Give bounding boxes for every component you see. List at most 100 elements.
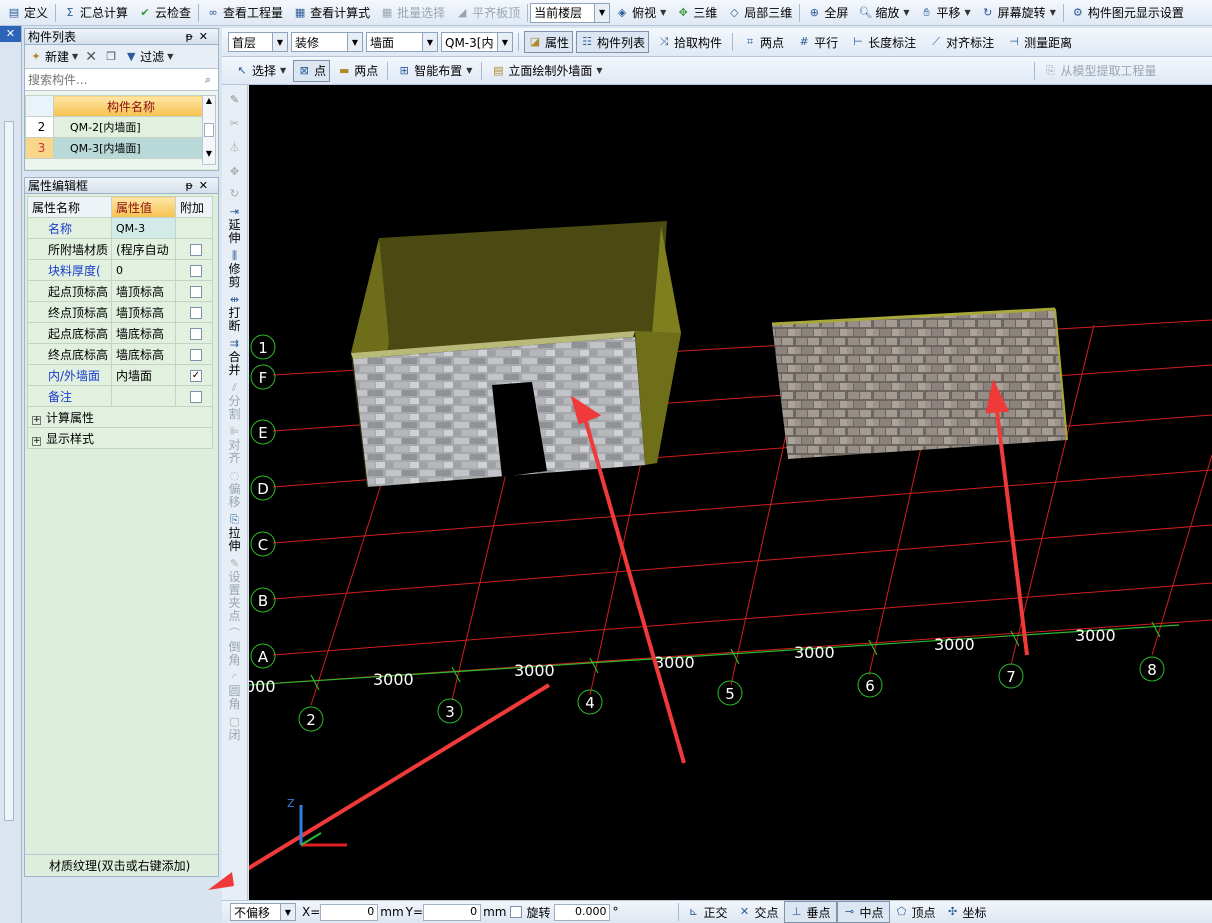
align-tool[interactable]: ⊫ 对齐	[228, 425, 242, 465]
copy-icon[interactable]: ❐	[104, 50, 118, 64]
prop-row[interactable]: 块料厚度(0	[27, 259, 213, 281]
search-input[interactable]	[25, 69, 198, 90]
intersection-snap[interactable]: ✕ 交点	[732, 901, 783, 923]
batch-select-button[interactable]: ▦ 批量选择	[375, 2, 450, 24]
grip-point-tool[interactable]: ✎ 设置夹点	[228, 557, 242, 623]
fullscreen-button[interactable]: ⊕ 全屏	[802, 2, 853, 24]
length-dim-button[interactable]: ⊢ 长度标注	[846, 31, 921, 53]
3d-viewport[interactable]: 000 3000 3000 3000 3000 3000 3000 1 F E …	[249, 85, 1212, 900]
list-scrollbar[interactable]: ▲ ▼	[202, 95, 216, 165]
select-button[interactable]: ↖ 选择 ▼	[230, 60, 291, 82]
prop-row[interactable]: 终点顶标高 墙顶标高	[27, 301, 213, 323]
list-item-selected[interactable]: 3 QM-3[内墙面]	[25, 137, 205, 159]
expand-icon[interactable]: +	[32, 436, 41, 446]
search-icon[interactable]: ⌕	[198, 73, 218, 87]
prop-row[interactable]: 终点底标高 墙底标高	[27, 343, 213, 365]
current-floor-select[interactable]: 当前楼层 ▼	[530, 2, 611, 23]
expand-icon[interactable]: +	[32, 415, 41, 425]
category-select[interactable]: 装修 ▼	[291, 32, 363, 52]
define-button[interactable]: ▤ 定义	[2, 2, 53, 24]
delete-icon[interactable]: ✕	[84, 50, 98, 64]
extend-tool[interactable]: ⇥ 延伸	[228, 205, 242, 245]
brush-icon[interactable]: ✎	[228, 93, 242, 107]
align-slab-top-button[interactable]: ◢ 平齐板顶	[450, 2, 525, 24]
extra-checkbox[interactable]	[190, 285, 202, 298]
prop-row[interactable]: 备注	[27, 385, 213, 407]
measure-distance-button[interactable]: ⊣ 测量距离	[1002, 31, 1077, 53]
extra-checkbox[interactable]	[190, 348, 202, 361]
display-settings-button[interactable]: ⚙ 构件图元显示设置	[1066, 2, 1189, 24]
coordinate-snap[interactable]: ✣ 坐标	[941, 901, 992, 923]
filter-button[interactable]: ▼ 过滤 ▼	[124, 48, 173, 65]
stretch-tool[interactable]: ⎘ 拉伸	[228, 513, 242, 553]
midpoint-snap[interactable]: ⊸ 中点	[836, 901, 890, 923]
properties-toggle[interactable]: ◪ 属性	[524, 31, 574, 53]
trim-tool[interactable]: ⫼ 修剪	[228, 249, 242, 289]
offset-tool[interactable]: ◌ 偏移	[228, 469, 242, 509]
floor-select[interactable]: 首层 ▼	[228, 32, 288, 52]
merge-tool[interactable]: ⇉ 合并	[228, 337, 242, 377]
scissors-icon[interactable]: ✂	[228, 117, 242, 131]
pin-close-controls[interactable]: ᵽ✕	[185, 179, 218, 192]
pin-close-controls[interactable]: ᵽ✕	[185, 30, 218, 43]
3d-button[interactable]: ✥ 三维	[671, 2, 722, 24]
close-tool[interactable]: ▢ 闭	[228, 715, 242, 742]
top-view-button[interactable]: ◈ 俯视 ▼	[610, 2, 671, 24]
cloud-check-button[interactable]: ✔ 云检查	[133, 2, 196, 24]
view-formula-button[interactable]: ▦ 查看计算式	[288, 2, 375, 24]
ortho-snap[interactable]: ⊾ 正交	[681, 901, 732, 923]
y-input[interactable]: 0	[423, 903, 482, 921]
rotate-checkbox[interactable]	[510, 906, 523, 918]
extra-checkbox-checked[interactable]: ✓	[190, 369, 202, 382]
elevation-draw-button[interactable]: ▤ 立面绘制外墙面 ▼	[486, 60, 607, 82]
type-select[interactable]: 墙面 ▼	[366, 32, 438, 52]
extract-quantity-button[interactable]: ⎘ 从模型提取工程量	[1039, 60, 1162, 82]
screen-rotate-button[interactable]: ↻ 屏幕旋转 ▼	[976, 2, 1061, 24]
two-point-dim-button[interactable]: ⌗ 两点	[738, 31, 789, 53]
new-button[interactable]: ✦ 新建 ▼	[29, 48, 78, 65]
x-input[interactable]: 0	[320, 903, 379, 921]
extra-checkbox[interactable]	[190, 264, 202, 277]
close-icon[interactable]: ✕	[0, 26, 21, 42]
smart-layout-button[interactable]: ⊞ 智能布置 ▼	[392, 60, 477, 82]
move-icon[interactable]: ✥	[228, 165, 242, 179]
local-3d-button[interactable]: ◇ 局部三维	[722, 2, 797, 24]
mirror-icon[interactable]: ⏃	[228, 141, 242, 155]
extra-checkbox[interactable]	[190, 390, 202, 403]
break-tool[interactable]: ⇹ 打断	[228, 293, 242, 333]
fillet-tool[interactable]: ◜ 圆角	[228, 671, 242, 711]
extra-checkbox[interactable]	[190, 306, 202, 319]
extra-checkbox[interactable]	[190, 243, 202, 256]
view-quantity-button[interactable]: ∞ 查看工程量	[201, 2, 288, 24]
prop-group-row[interactable]: + 计算属性	[27, 406, 213, 428]
chamfer-tool[interactable]: ⌒ 倒角	[228, 627, 242, 667]
aligned-dim-button[interactable]: ⟋ 对齐标注	[924, 31, 999, 53]
component-select[interactable]: QM-3[内 ▼	[441, 32, 513, 52]
rotate-icon[interactable]: ↻	[228, 187, 242, 201]
prop-row[interactable]: 起点底标高 墙底标高	[27, 322, 213, 344]
wall-model-panel[interactable]	[771, 307, 1068, 459]
extra-checkbox[interactable]	[190, 327, 202, 340]
pick-component-button[interactable]: ⤨ 拾取构件	[652, 31, 727, 53]
split-tool[interactable]: ⫽ 分割	[228, 381, 242, 421]
prop-row[interactable]: 起点顶标高 墙顶标高	[27, 280, 213, 302]
offset-mode-select[interactable]: 不偏移 ▼	[230, 903, 296, 921]
zoom-button[interactable]: 🔍︎ 缩放 ▼	[853, 2, 914, 24]
wall-model-room[interactable]	[351, 221, 681, 487]
left-scrollbar[interactable]	[4, 121, 14, 821]
parallel-button[interactable]: # 平行	[792, 31, 843, 53]
prop-row[interactable]: 所附墙材质 (程序自动	[27, 238, 213, 260]
pan-button[interactable]: ✋︎ 平移 ▼	[915, 2, 976, 24]
component-list-toggle[interactable]: ☷ 构件列表	[576, 31, 650, 53]
vertex-snap[interactable]: ⬠ 顶点	[890, 901, 941, 923]
summary-calc-button[interactable]: Σ 汇总计算	[58, 2, 133, 24]
prop-row[interactable]: 内/外墙面 内墙面 ✓	[27, 364, 213, 386]
list-item[interactable]: 2 QM-2[内墙面]	[25, 116, 205, 138]
perpendicular-snap[interactable]: ⊥ 垂点	[783, 901, 837, 923]
two-point-draw-button[interactable]: ▬ 两点	[332, 60, 383, 82]
angle-input[interactable]: 0.000	[554, 903, 611, 921]
prop-group-row[interactable]: + 显示样式	[27, 427, 213, 449]
texture-field[interactable]: 材质纹理(双击或右键添加)	[25, 854, 218, 876]
point-button[interactable]: ⊠ 点	[293, 59, 331, 82]
prop-row[interactable]: 名称 QM-3	[27, 217, 213, 239]
